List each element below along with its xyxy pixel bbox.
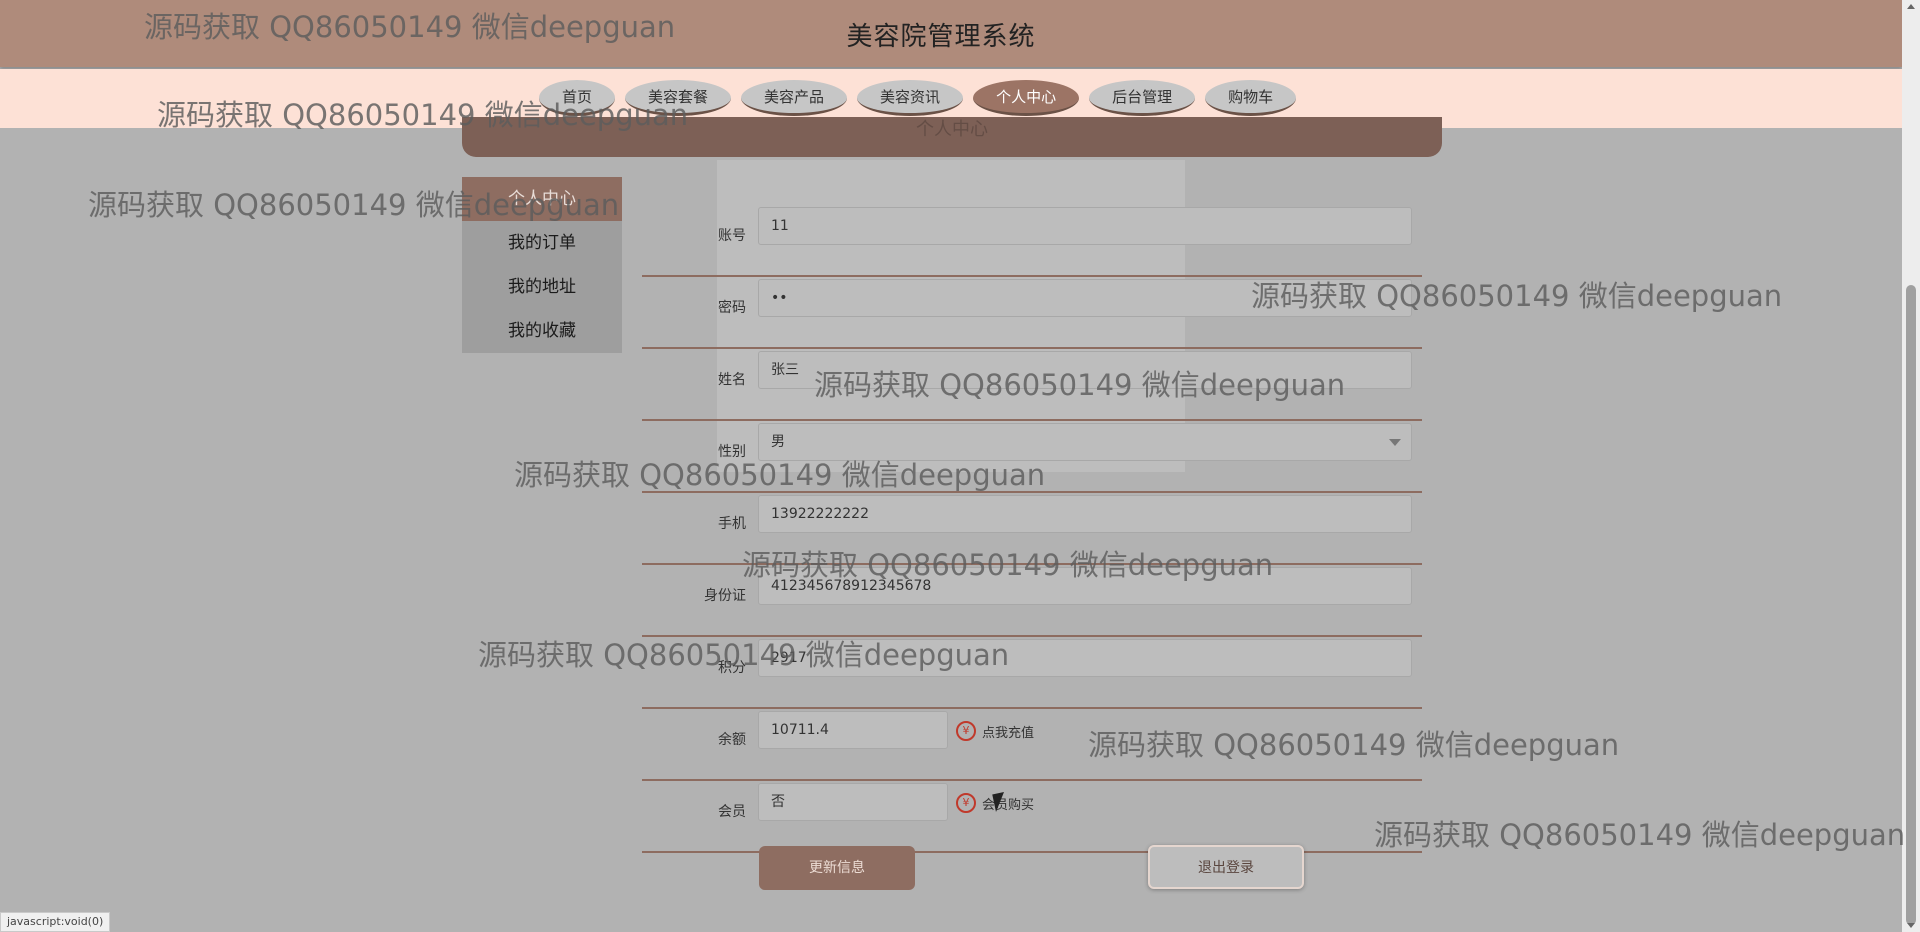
name-label: 姓名 — [718, 372, 746, 388]
nav-admin[interactable]: 后台管理 — [1089, 80, 1196, 116]
balance-input[interactable]: 10711.4 — [758, 711, 948, 749]
points-input[interactable]: 2917 — [758, 639, 1412, 677]
update-info-button[interactable]: 更新信息 — [759, 846, 915, 890]
logout-button[interactable]: 退出登录 — [1148, 845, 1304, 889]
nav-cart[interactable]: 购物车 — [1205, 80, 1297, 116]
nav-products[interactable]: 美容产品 — [741, 80, 848, 116]
member-input[interactable]: 否 — [758, 783, 948, 821]
gender-label: 性别 — [718, 444, 746, 460]
gender-value: 男 — [771, 434, 785, 450]
account-label: 账号 — [718, 228, 746, 244]
name-input[interactable]: 张三 — [758, 351, 1412, 389]
account-input[interactable]: 11 — [758, 207, 1412, 245]
balance-label: 余额 — [718, 732, 746, 748]
faded-overlay-strip — [717, 170, 1185, 193]
id-card-label: 身份证 — [704, 588, 746, 604]
watermark: 源码获取 QQ86050149 微信deepguan — [1374, 818, 1906, 852]
points-label: 积分 — [718, 660, 746, 676]
form-row-account: 账号 11 — [642, 205, 1422, 277]
form-row-id-card: 身份证 412345678912345678 — [642, 565, 1422, 637]
scroll-up-arrow-icon[interactable] — [1907, 4, 1915, 9]
nav-home[interactable]: 首页 — [539, 80, 616, 116]
scroll-thumb[interactable] — [1906, 285, 1916, 925]
form-row-password: 密码 •• — [642, 277, 1422, 349]
site-title: 美容院管理系统 — [846, 22, 1036, 52]
form-row-points: 积分 2917 — [642, 637, 1422, 709]
section-title: 个人中心 — [916, 119, 988, 140]
header-bar: 美容院管理系统 — [0, 0, 1902, 67]
form-row-name: 姓名 张三 — [642, 349, 1422, 421]
password-label: 密码 — [718, 300, 746, 316]
status-bar: javascript:void(0) — [0, 912, 111, 932]
main-nav: 首页 美容套餐 美容产品 美容资讯 个人中心 后台管理 购物车 — [539, 80, 1297, 120]
form-row-gender: 性别 男 — [642, 421, 1422, 493]
gender-select[interactable]: 男 — [758, 423, 1412, 461]
section-header: 个人中心 — [462, 117, 1442, 157]
recharge-link[interactable]: ¥ 点我充值 — [956, 721, 1034, 741]
buy-membership-label: 会员购买 — [982, 797, 1035, 813]
chevron-down-icon — [1389, 439, 1401, 446]
form-row-member: 会员 否 ¥ 会员购买 — [642, 781, 1422, 853]
password-input[interactable]: •• — [758, 279, 1412, 317]
member-label: 会员 — [718, 804, 746, 820]
form-row-balance: 余额 10711.4 ¥ 点我充值 — [642, 709, 1422, 781]
phone-label: 手机 — [718, 516, 746, 532]
profile-form: 账号 11 密码 •• 姓名 张三 性别 男 手机 13922222222 身份… — [642, 205, 1422, 853]
side-item-my-orders[interactable]: 我的订单 — [462, 221, 622, 265]
vertical-scrollbar[interactable] — [1902, 0, 1920, 932]
side-item-personal-center[interactable]: 个人中心 — [462, 177, 622, 221]
nav-packages[interactable]: 美容套餐 — [625, 80, 732, 116]
scroll-down-arrow-icon[interactable] — [1907, 923, 1915, 928]
recharge-label: 点我充值 — [982, 725, 1035, 741]
side-item-my-address[interactable]: 我的地址 — [462, 265, 622, 309]
id-card-input[interactable]: 412345678912345678 — [758, 567, 1412, 605]
side-menu: 个人中心 我的订单 我的地址 我的收藏 — [462, 177, 622, 353]
side-item-my-favorites[interactable]: 我的收藏 — [462, 309, 622, 353]
yen-icon: ¥ — [956, 793, 976, 813]
yen-icon: ¥ — [956, 721, 976, 741]
nav-personal-center[interactable]: 个人中心 — [973, 80, 1080, 116]
form-row-phone: 手机 13922222222 — [642, 493, 1422, 565]
phone-input[interactable]: 13922222222 — [758, 495, 1412, 533]
nav-news[interactable]: 美容资讯 — [857, 80, 964, 116]
